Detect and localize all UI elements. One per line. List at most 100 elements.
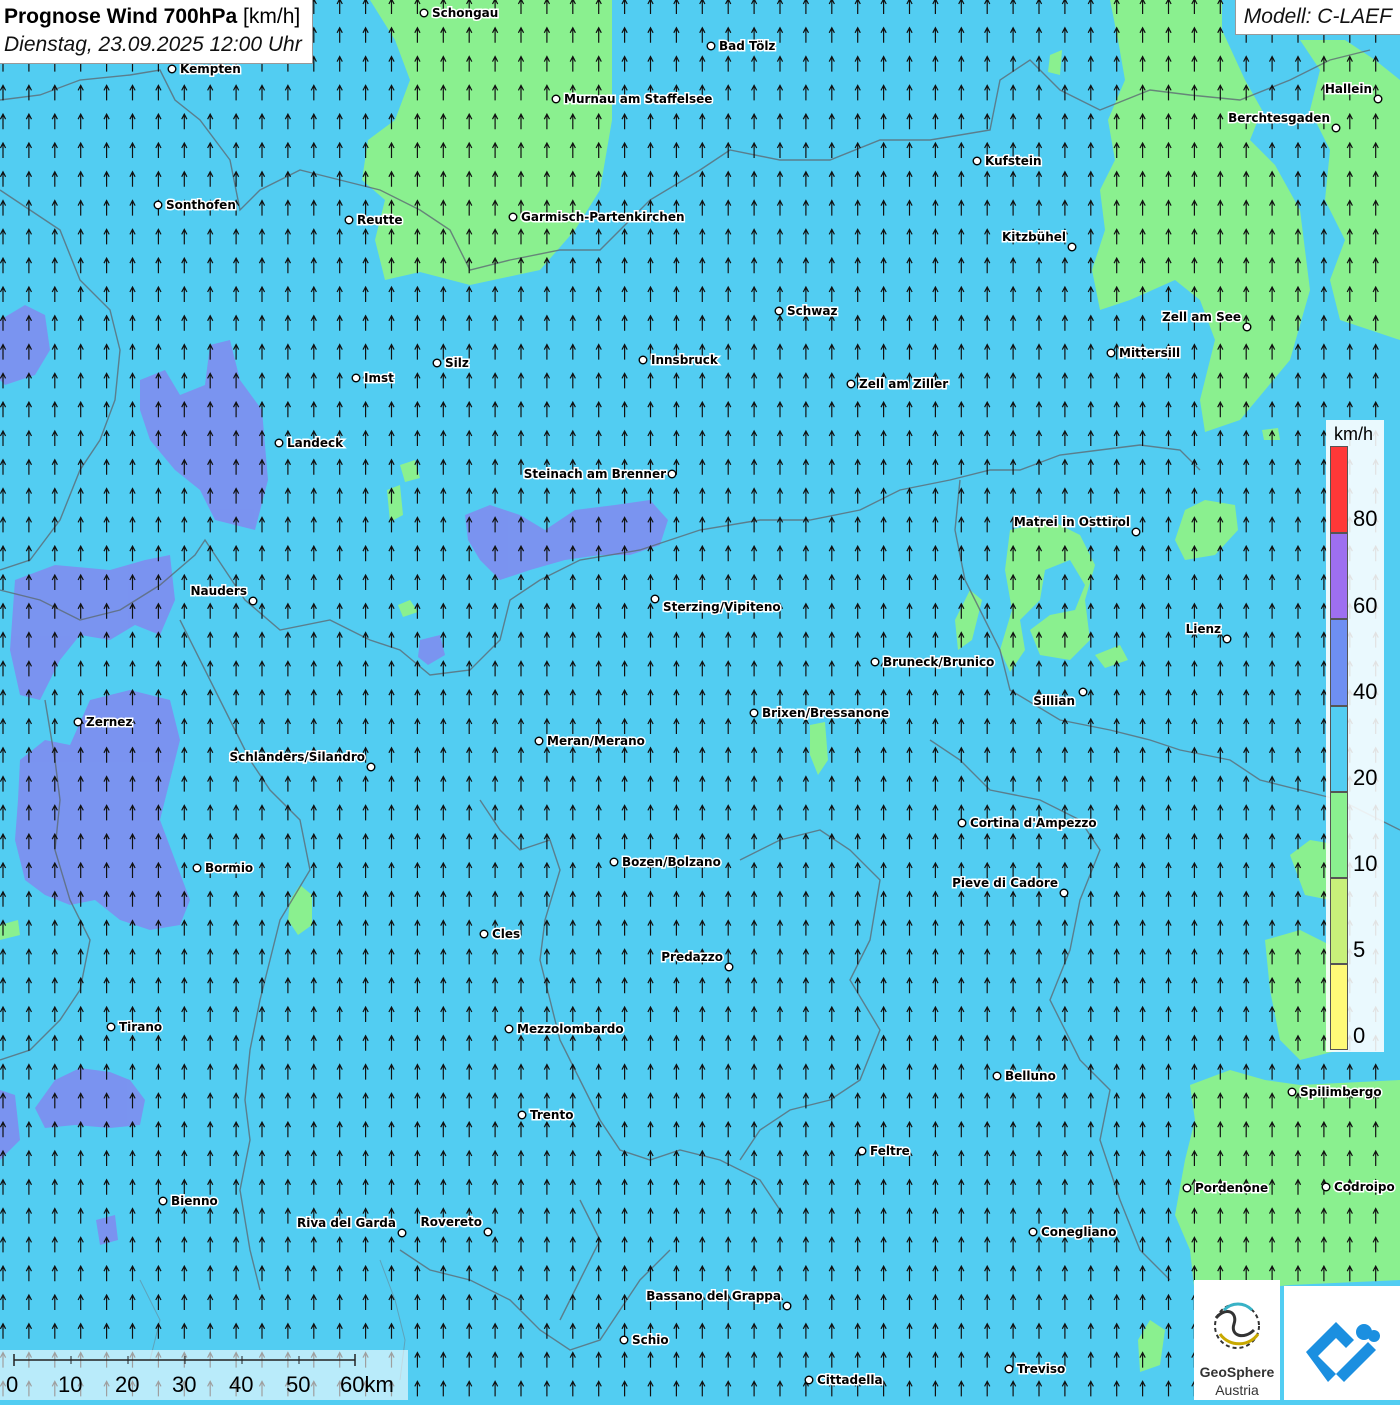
city-marker [344, 215, 354, 225]
city-cittadella: Cittadella [804, 1372, 884, 1389]
city-marker [846, 379, 856, 389]
city-label: Conegliano [1041, 1225, 1116, 1239]
city-marker [957, 818, 967, 828]
city-sonthofen: Sonthofen [153, 197, 237, 214]
city-marker [804, 1375, 814, 1385]
city-marker [106, 1022, 116, 1032]
city-marker [857, 1146, 867, 1156]
city-marker [167, 64, 177, 74]
city-label: Treviso [1017, 1362, 1065, 1376]
city-label: Spilimbergo [1300, 1085, 1382, 1099]
city-label: Rovereto [421, 1215, 482, 1229]
city-label: Sterzing/Vipiteno [663, 600, 781, 614]
scale-label-30: 30 [172, 1372, 197, 1397]
color-legend: km/h 80 60 40 20 10 5 0 [1326, 420, 1384, 1052]
city-marker [1078, 687, 1088, 697]
geosphere-emblem-icon [1214, 1302, 1260, 1349]
city-kempten: Kempten [167, 61, 242, 78]
legend-tick-5: 5 [1353, 937, 1366, 962]
legend-class-50-60 [1330, 533, 1348, 619]
city-label: Bruneck/Brunico [883, 655, 994, 669]
wind-map: Schongau Bad Tölz Kempten Murnau am Staffel… [0, 0, 1400, 1400]
city-label: Steinach am Brenner [524, 467, 666, 481]
city-label: Riva del Garda [297, 1216, 396, 1230]
legend-class-40-50 [1330, 619, 1348, 706]
city-marker [1222, 634, 1232, 644]
city-label: Cittadella [817, 1373, 883, 1387]
legend-tick-40: 40 [1353, 679, 1378, 704]
city-codroipo: Codroipo [1321, 1179, 1396, 1196]
scale-label-10: 10 [58, 1372, 83, 1397]
city-label: Bassano del Grappa [646, 1289, 781, 1303]
city-marker [419, 8, 429, 18]
map-title-box: Prognose Wind 700hPa [km/h] Dienstag, 23… [0, 0, 313, 64]
map-title-unit: [km/h] [243, 5, 301, 28]
city-label: Meran/Merano [547, 734, 645, 748]
city-label: Schongau [432, 6, 498, 20]
city-marker [706, 41, 716, 51]
city-conegliano: Conegliano [1028, 1224, 1118, 1241]
city-marker [1242, 322, 1252, 332]
legend-class-60-80 [1330, 446, 1348, 533]
city-label: Schio [632, 1333, 669, 1347]
city-label: Schlanders/Silandro [230, 750, 366, 764]
city-label: Feltre [870, 1144, 910, 1158]
city-brixen-bressanone: Brixen/Bressanone [749, 705, 891, 722]
city-marker [724, 962, 734, 972]
city-mezzolombardo: Mezzolombardo [504, 1021, 625, 1038]
city-mittersill: Mittersill [1106, 345, 1182, 362]
city-marker [650, 594, 660, 604]
legend-class-20-40 [1330, 706, 1348, 792]
city-marker [508, 212, 518, 222]
city-label: Sonthofen [166, 198, 236, 212]
city-marker [432, 358, 442, 368]
city-label: Garmisch-Partenkirchen [521, 210, 685, 224]
legend-class-5-10 [1330, 878, 1348, 964]
city-label: Brixen/Bressanone [762, 706, 889, 720]
city-marker [1131, 527, 1141, 537]
city-marker [73, 717, 83, 727]
city-bozen-bolzano: Bozen/Bolzano [609, 854, 722, 871]
city-label: Matrei in Osttirol [1014, 515, 1130, 529]
city-label: Silz [445, 356, 469, 370]
city-label: Pordenone [1195, 1181, 1268, 1195]
city-murnau-am-staffelsee: Murnau am Staffelsee [551, 91, 714, 108]
city-marker [483, 1227, 493, 1237]
city-marker [504, 1024, 514, 1034]
city-marker [992, 1071, 1002, 1081]
city-label: Mittersill [1119, 346, 1180, 360]
scale-label-40: 40 [229, 1372, 254, 1397]
city-spilimbergo: Spilimbergo [1287, 1084, 1383, 1101]
city-bruneck-brunico: Bruneck/Brunico [870, 654, 996, 671]
city-label: Tirano [119, 1020, 162, 1034]
city-marker [153, 200, 163, 210]
city-marker [158, 1196, 168, 1206]
city-pordenone: Pordenone [1182, 1180, 1270, 1197]
city-label: Schwaz [787, 304, 837, 318]
city-marker [667, 469, 677, 479]
city-marker [517, 1110, 527, 1120]
legend-class-0-5 [1330, 964, 1348, 1050]
city-marker [534, 736, 544, 746]
city-marker [479, 929, 489, 939]
scale-bar: 0 10 20 30 40 50 60km [0, 1350, 408, 1400]
city-label: Reutte [357, 213, 403, 227]
scale-label-0: 0 [6, 1372, 19, 1397]
city-marker [1028, 1227, 1038, 1237]
city-label: Lienz [1186, 622, 1221, 636]
city-label: Sillian [1033, 694, 1075, 708]
city-marker [192, 863, 202, 873]
legend-class-10-20 [1330, 792, 1348, 878]
city-label: Murnau am Staffelsee [564, 92, 712, 106]
city-label: Bozen/Bolzano [622, 855, 721, 869]
city-marker [972, 156, 982, 166]
city-label: Pieve di Cadore [952, 876, 1058, 890]
city-label: Landeck [287, 436, 344, 450]
scale-label-20: 20 [115, 1372, 140, 1397]
city-meran-merano: Meran/Merano [534, 733, 646, 750]
city-marker [351, 373, 361, 383]
city-label: Mezzolombardo [517, 1022, 624, 1036]
legend-tick-20: 20 [1353, 765, 1378, 790]
map-datetime: Dienstag, 23.09.2025 12:00 Uhr [4, 33, 302, 56]
city-marker [1373, 94, 1383, 104]
